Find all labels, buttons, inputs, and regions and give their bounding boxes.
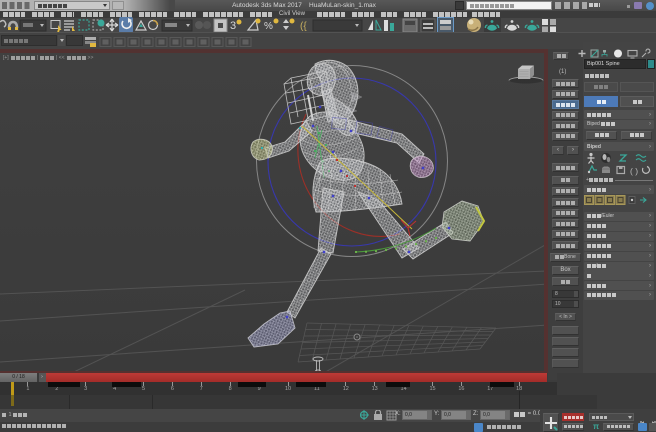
svg-text:3: 3	[230, 20, 236, 32]
svg-text:( ): ( )	[630, 166, 638, 176]
svg-text:%: %	[264, 21, 273, 32]
svg-text:({: ({	[300, 21, 307, 32]
